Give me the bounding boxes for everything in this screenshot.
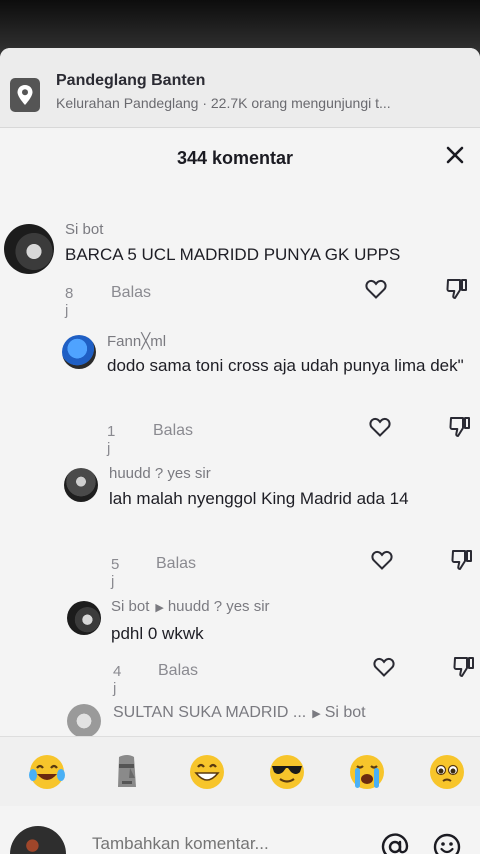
dislike-icon[interactable] bbox=[452, 655, 476, 679]
close-icon bbox=[446, 146, 464, 164]
moai-emoji-icon[interactable] bbox=[106, 751, 148, 793]
like-icon[interactable] bbox=[370, 548, 394, 572]
location-pin-icon bbox=[10, 78, 40, 112]
emoji-quick-bar bbox=[0, 736, 480, 806]
reply-to-username: huudd ? yes sir bbox=[167, 598, 270, 615]
reply-button[interactable]: Balas bbox=[158, 662, 198, 680]
comment-count-title: 344 komentar bbox=[176, 148, 294, 168]
username-text: SULTAN SUKA MADRID ... bbox=[113, 704, 307, 721]
comment-input-bar bbox=[0, 806, 480, 854]
mention-icon[interactable] bbox=[380, 832, 410, 854]
laughing-crying-emoji-icon[interactable] bbox=[26, 751, 68, 793]
comment-username[interactable]: huudd ? yes sir bbox=[109, 465, 211, 482]
comment-time: 8 j bbox=[65, 285, 74, 319]
emoji-picker-icon[interactable] bbox=[432, 832, 462, 854]
comment-username[interactable]: Si bot bbox=[65, 221, 103, 238]
reply-arrow-icon: ▶ bbox=[155, 602, 164, 614]
location-subtitle: Kelurahan Pandeglang · 22.7K orang mengu… bbox=[56, 95, 391, 111]
comment-username[interactable]: Fann╳ml bbox=[107, 332, 166, 350]
dislike-icon[interactable] bbox=[448, 415, 472, 439]
avatar[interactable] bbox=[62, 335, 96, 369]
pleading-emoji-icon[interactable] bbox=[426, 751, 468, 793]
grinning-emoji-icon[interactable] bbox=[186, 751, 228, 793]
reply-button[interactable]: Balas bbox=[156, 555, 196, 573]
comment-text: BARCA 5 UCL MADRIDD PUNYA GK UPPS bbox=[65, 245, 401, 264]
dislike-icon[interactable] bbox=[450, 548, 474, 572]
reply-button[interactable]: Balas bbox=[153, 422, 193, 440]
reply-arrow-icon: ▶ bbox=[312, 708, 321, 720]
comment-username[interactable]: SULTAN SUKA MADRID ... ▶ Si bot bbox=[113, 704, 366, 722]
user-avatar[interactable] bbox=[10, 826, 66, 854]
comment-text: lah malah nyenggol King Madrid ada 14 bbox=[109, 489, 409, 508]
avatar[interactable] bbox=[4, 224, 54, 274]
loudly-crying-emoji-icon[interactable] bbox=[346, 751, 388, 793]
comment-text: dodo sama toni cross aja udah punya lima… bbox=[107, 356, 464, 375]
comment-time: 5 j bbox=[111, 556, 120, 590]
comment-sheet: Pandeglang Banten Kelurahan Pandeglang ·… bbox=[0, 48, 480, 854]
location-title: Pandeglang Banten bbox=[56, 72, 206, 89]
reply-button[interactable]: Balas bbox=[111, 284, 151, 302]
avatar[interactable] bbox=[67, 601, 101, 635]
like-icon[interactable] bbox=[372, 655, 396, 679]
comment-input[interactable] bbox=[92, 834, 362, 854]
comment-text: pdhl 0 wkwk bbox=[111, 624, 204, 643]
location-banner[interactable]: Pandeglang Banten Kelurahan Pandeglang ·… bbox=[0, 48, 480, 128]
username-text: Si bot bbox=[111, 598, 150, 615]
avatar[interactable] bbox=[67, 704, 101, 738]
dislike-icon[interactable] bbox=[445, 277, 469, 301]
comment-username[interactable]: Si bot ▶ huudd ? yes sir bbox=[111, 598, 270, 615]
like-icon[interactable] bbox=[364, 277, 388, 301]
comment-time: 1 j bbox=[107, 423, 116, 457]
close-button[interactable] bbox=[440, 140, 470, 170]
avatar[interactable] bbox=[64, 468, 98, 502]
sunglasses-emoji-icon[interactable] bbox=[266, 751, 308, 793]
comment-time: 4 j bbox=[113, 663, 122, 697]
reply-to-username: Si bot bbox=[324, 704, 366, 721]
like-icon[interactable] bbox=[368, 415, 392, 439]
